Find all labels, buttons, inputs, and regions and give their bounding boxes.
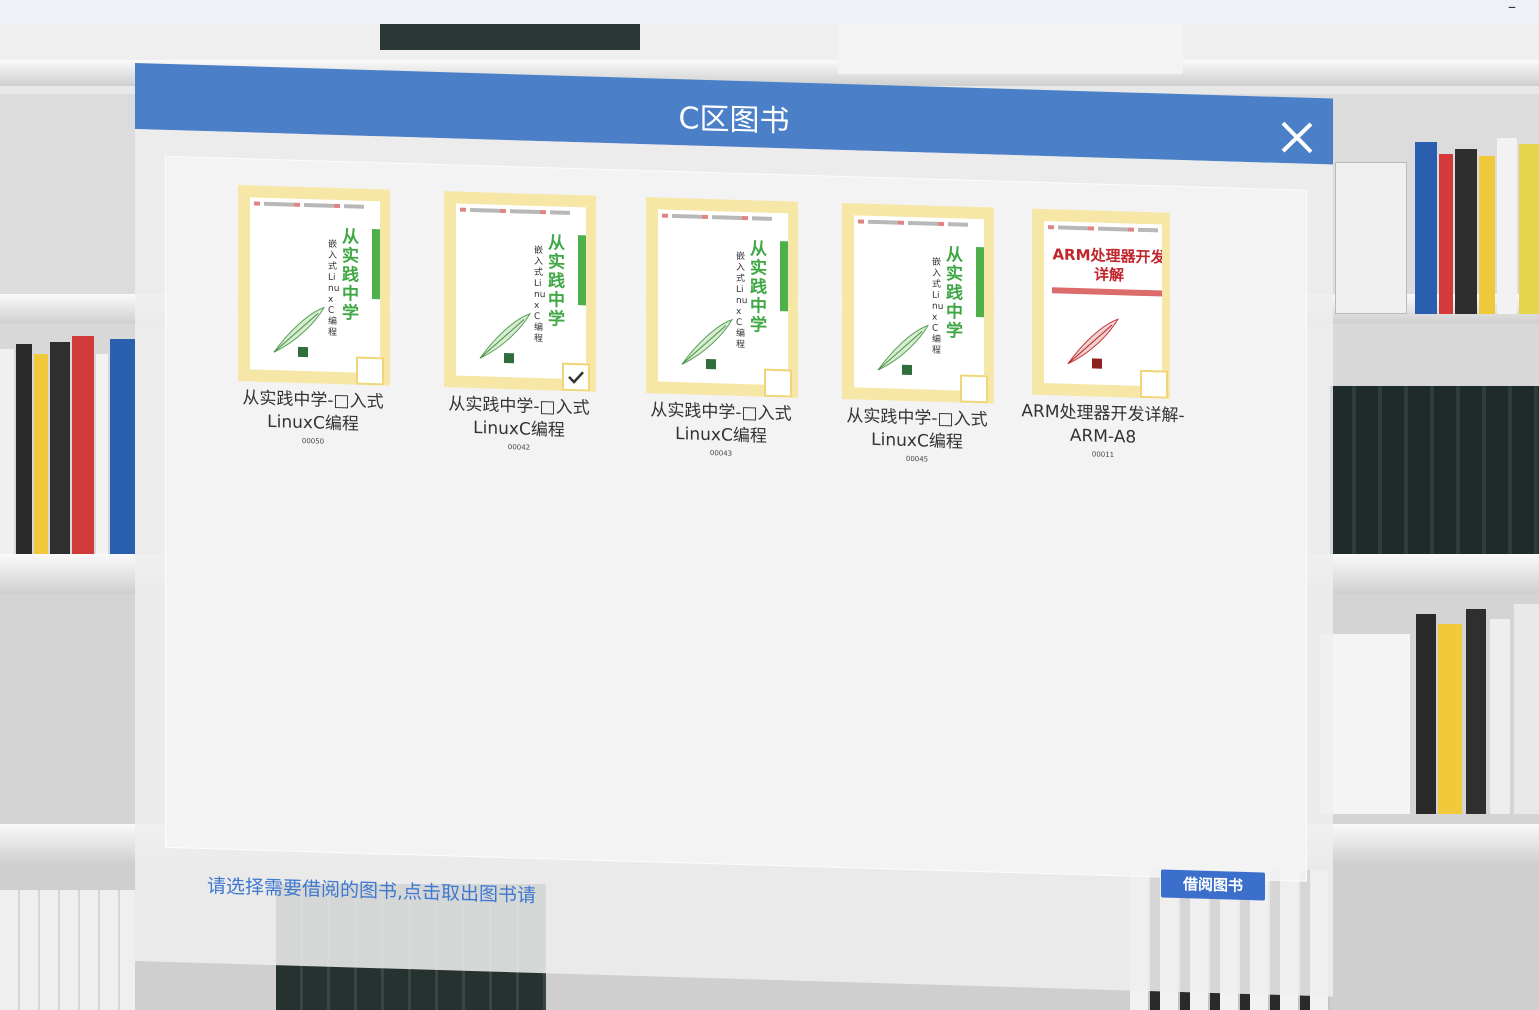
book-select-checkbox[interactable] xyxy=(960,374,988,404)
book-cover-image: 从实践中学 嵌入式Linux C编程 xyxy=(250,197,380,374)
book-item[interactable]: 从实践中学 嵌入式Linux C编程 从实践中学-□入式LinuxC编程 000… xyxy=(646,197,806,458)
book-cover-image: ARM处理器开发详解 xyxy=(1044,220,1162,387)
borrow-books-button[interactable]: 借阅图书 xyxy=(1161,869,1265,901)
book-cover-image: 从实践中学 嵌入式Linux C编程 xyxy=(854,215,984,392)
book-name: 从实践中学-□入式LinuxC编程 xyxy=(846,406,988,453)
book-item[interactable]: 从实践中学 嵌入式Linux C编程 从实践中学-□入式LinuxC编程 000… xyxy=(238,185,398,446)
book-dialog: C区图书 从实践中学 嵌入式Linux C编程 从实践中学-□入式LinuxC编… xyxy=(135,63,1333,997)
book-select-checkbox[interactable] xyxy=(562,362,590,392)
book-name: ARM处理器开发详解-ARM-A8 xyxy=(1021,401,1185,448)
check-icon xyxy=(568,371,584,384)
book-select-checkbox[interactable] xyxy=(1140,369,1168,399)
book-select-checkbox[interactable] xyxy=(356,356,384,386)
book-name: 从实践中学-□入式LinuxC编程 xyxy=(242,388,384,435)
book-item[interactable]: ARM处理器开发详解 ARM处理器开发详解-ARM-A8 00011 xyxy=(1021,208,1192,459)
book-name: 从实践中学-□入式LinuxC编程 xyxy=(448,394,590,441)
minimize-button[interactable]: – xyxy=(1505,0,1519,22)
book-list: 从实践中学 嵌入式Linux C编程 从实践中学-□入式LinuxC编程 000… xyxy=(165,155,1307,882)
book-name: 从实践中学-□入式LinuxC编程 xyxy=(650,400,792,447)
book-cover-image: 从实践中学 嵌入式Linux C编程 xyxy=(658,209,788,386)
book-select-checkbox[interactable] xyxy=(764,368,792,398)
close-icon[interactable] xyxy=(1277,117,1317,158)
book-item[interactable]: 从实践中学 嵌入式Linux C编程 从实践中学-□入式LinuxC编程 000… xyxy=(842,202,1002,464)
book-item[interactable]: 从实践中学 嵌入式Linux C编程 从实践中学-□入式LinuxC编程 000… xyxy=(444,191,604,452)
window-titlebar: – xyxy=(0,0,1539,24)
book-cover-image: 从实践中学 嵌入式Linux C编程 xyxy=(456,203,586,380)
